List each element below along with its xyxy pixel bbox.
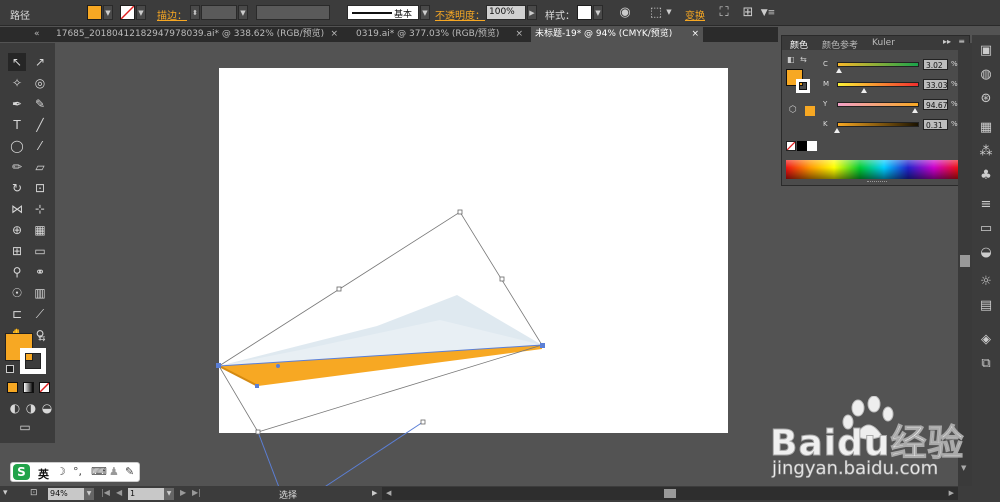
channel-slider-track[interactable] bbox=[837, 122, 919, 127]
channel-unit: % bbox=[951, 100, 958, 108]
last-artboard-icon[interactable]: ▶| bbox=[192, 488, 201, 497]
transform-handle[interactable] bbox=[457, 209, 463, 215]
watermark: Baidu经验 jingyan.baidu.com bbox=[769, 396, 995, 486]
horizontal-scrollbar[interactable]: ◀ ▶ bbox=[382, 487, 958, 500]
anchor-point[interactable] bbox=[540, 343, 545, 348]
current-tool-label: 选择 bbox=[279, 491, 298, 501]
image-icon[interactable]: ⊡ bbox=[30, 488, 40, 499]
status-icon[interactable]: ▾ bbox=[3, 488, 13, 499]
watermark-url: jingyan.baidu.com bbox=[772, 458, 939, 480]
transform-handle[interactable] bbox=[499, 276, 505, 282]
transform-handle[interactable] bbox=[336, 286, 342, 292]
half-width-icon[interactable]: ☽ bbox=[56, 465, 66, 478]
channel-slider-track[interactable] bbox=[837, 82, 919, 87]
symbols-icon[interactable]: ♣ bbox=[978, 168, 994, 184]
transform-handle[interactable] bbox=[420, 419, 426, 425]
channel-value-input[interactable]: 94.67 bbox=[923, 99, 948, 110]
color-spectrum[interactable] bbox=[786, 160, 958, 179]
handle-line-left bbox=[257, 431, 281, 491]
panel-resize-grip[interactable] bbox=[867, 181, 887, 185]
swatches-icon[interactable]: ▦ bbox=[978, 120, 994, 136]
kuler-icon[interactable]: ⊛ bbox=[978, 91, 994, 107]
user-icon[interactable]: ♟ bbox=[109, 465, 119, 478]
stroke-swatch[interactable] bbox=[796, 79, 810, 93]
zoom-dropdown-icon[interactable]: ▼ bbox=[84, 488, 94, 500]
stroke-panel-icon[interactable]: ≡ bbox=[978, 197, 994, 213]
status-menu-icon[interactable]: ▶ bbox=[372, 489, 377, 497]
tab-kuler[interactable]: Kuler bbox=[872, 38, 895, 48]
first-artboard-icon[interactable]: |◀ bbox=[101, 488, 110, 497]
appearance-icon[interactable]: ☼ bbox=[978, 274, 994, 290]
handle-line-right bbox=[319, 421, 424, 491]
artboards-icon[interactable]: ⧉ bbox=[978, 356, 994, 372]
white-swatch[interactable] bbox=[807, 141, 817, 151]
gradient-panel-icon[interactable]: ▭ bbox=[978, 221, 994, 237]
default-colors-icon[interactable]: ◧ bbox=[787, 55, 795, 64]
ime-language[interactable]: 英 bbox=[38, 466, 49, 482]
channel-slider-thumb[interactable] bbox=[911, 108, 918, 113]
channel-slider-thumb[interactable] bbox=[861, 88, 868, 93]
prev-artboard-icon[interactable]: ◀ bbox=[116, 488, 122, 497]
channel-label: M bbox=[823, 80, 830, 88]
channel-slider-thumb[interactable] bbox=[834, 128, 841, 133]
paper-plane-shape[interactable] bbox=[218, 295, 542, 387]
zoom-input[interactable]: 94% bbox=[48, 488, 84, 500]
channel-slider-track[interactable] bbox=[837, 102, 919, 107]
channel-label: Y bbox=[823, 100, 828, 108]
brushes-icon[interactable]: ⁂ bbox=[978, 144, 994, 160]
channel-slider-thumb[interactable] bbox=[836, 68, 843, 73]
gamut-color-swatch[interactable] bbox=[805, 106, 815, 116]
channel-value-input[interactable]: 0.31 bbox=[923, 119, 948, 130]
tab-color-guide[interactable]: 颜色参考 bbox=[822, 38, 858, 51]
artboard-number-input[interactable]: 1 bbox=[128, 488, 164, 500]
sogou-logo[interactable]: S bbox=[13, 464, 30, 480]
punctuation-icon[interactable]: °, bbox=[73, 465, 82, 478]
ime-toolbar[interactable]: S 英 ☽ °, ⌨ ♟ ✎ bbox=[10, 462, 140, 482]
scroll-left-icon[interactable]: ◀ bbox=[386, 489, 391, 497]
tab-color[interactable]: 颜色 bbox=[790, 38, 808, 51]
channel-value-input[interactable]: 33.03 bbox=[923, 79, 948, 90]
channel-unit: % bbox=[951, 120, 958, 128]
center-point[interactable] bbox=[276, 364, 280, 368]
next-artboard-icon[interactable]: ▶ bbox=[180, 488, 186, 497]
black-swatch[interactable] bbox=[797, 141, 807, 151]
channel-unit: % bbox=[951, 80, 958, 88]
transform-handle[interactable] bbox=[255, 429, 261, 435]
graphic-styles-icon[interactable]: ▤ bbox=[978, 298, 994, 314]
channel-label: K bbox=[823, 120, 828, 128]
anchor-point[interactable] bbox=[216, 363, 221, 368]
scroll-thumb[interactable] bbox=[664, 489, 676, 498]
channel-unit: % bbox=[951, 60, 958, 68]
channel-label: C bbox=[823, 60, 828, 68]
channel-slider-track[interactable] bbox=[837, 62, 919, 67]
scroll-right-icon[interactable]: ▶ bbox=[949, 489, 954, 497]
keyboard-icon[interactable]: ⌨ bbox=[91, 465, 107, 478]
panel-collapse-icon[interactable]: ▸▸ bbox=[943, 37, 951, 46]
transparency-icon[interactable]: ◒ bbox=[978, 245, 994, 261]
color-guide-icon[interactable]: ◍ bbox=[978, 67, 994, 83]
layers-icon[interactable]: ◈ bbox=[978, 332, 994, 348]
scroll-thumb[interactable] bbox=[960, 255, 970, 267]
channel-value-input[interactable]: 3.02 bbox=[923, 59, 948, 70]
color-panel: 颜色 颜色参考 Kuler ▸▸ ≡ ◧ ⇆ ⬡ C 3.02% M 33.03% Y 9… bbox=[781, 35, 970, 186]
artboard-dropdown-icon[interactable]: ▼ bbox=[164, 488, 174, 500]
color-panel-icon[interactable]: ▣ bbox=[978, 43, 994, 59]
swap-colors-icon[interactable]: ⇆ bbox=[800, 55, 807, 64]
anchor-point[interactable] bbox=[255, 384, 259, 388]
none-swatch[interactable] bbox=[786, 141, 796, 151]
out-of-gamut-icon[interactable]: ⬡ bbox=[789, 105, 797, 115]
tools-icon[interactable]: ✎ bbox=[125, 465, 134, 478]
